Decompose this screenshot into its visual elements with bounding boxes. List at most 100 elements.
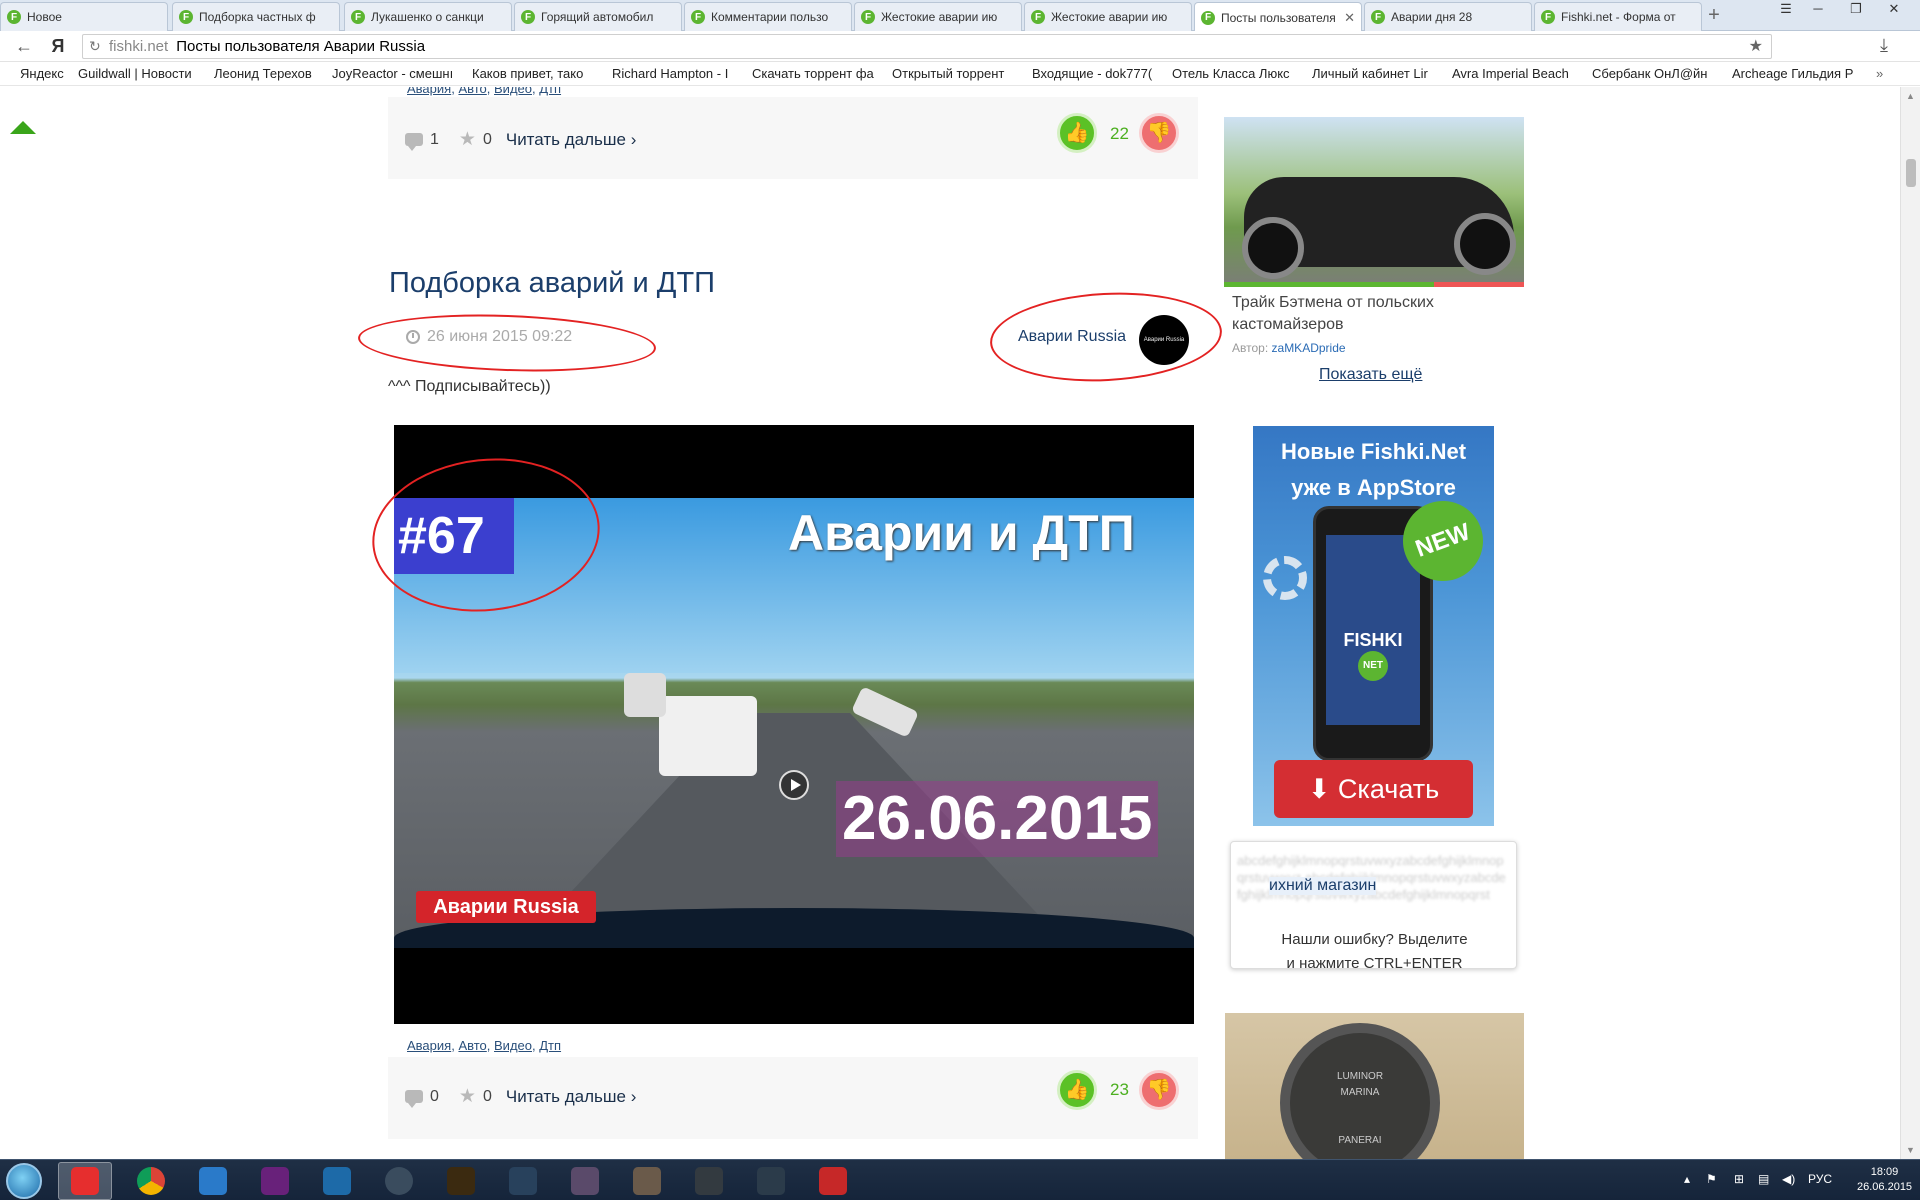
network-icon[interactable]: ▤ — [1758, 1172, 1769, 1186]
diablo-icon[interactable] — [434, 1162, 488, 1200]
tag-link[interactable]: Дтп — [539, 87, 561, 96]
bookmark-item[interactable]: Avra Imperial Beach — [1452, 66, 1580, 81]
scroll-thumb[interactable] — [1906, 159, 1916, 187]
bookmark-item[interactable]: Скачать торрент фа — [752, 66, 880, 81]
bookmark-item[interactable]: Яндекс — [20, 66, 66, 81]
read-more-link[interactable]: Читать дальше › — [506, 1087, 637, 1107]
show-more-link[interactable]: Показать ещё — [1319, 366, 1422, 384]
browser-tab[interactable]: F Fishki.net - Форма от — [1534, 2, 1702, 31]
browser-tab[interactable]: F Новое — [0, 2, 168, 31]
volume-icon[interactable]: ◀) — [1782, 1172, 1795, 1186]
visual-studio-icon[interactable] — [248, 1162, 302, 1200]
star-icon[interactable]: ★ — [459, 1085, 476, 1108]
tag-link[interactable]: Дтп — [539, 1038, 561, 1053]
fishki-favicon-icon: F — [861, 10, 875, 24]
favorite-count: 0 — [482, 130, 492, 148]
bookmark-item[interactable]: Guildwall | Новости — [78, 66, 202, 81]
bookmark-item[interactable]: Сбербанк ОнЛ@йн — [1592, 66, 1720, 81]
star-icon[interactable]: ★ — [459, 128, 476, 151]
browser-tab-active[interactable]: F Посты пользователя ✕ — [1194, 2, 1362, 32]
tag-link[interactable]: Видео — [494, 1038, 532, 1053]
scrollbar[interactable]: ▲ ▼ — [1900, 87, 1920, 1159]
browser-tab[interactable]: F Лукашенко о санкци — [344, 2, 512, 31]
restore-icon[interactable]: ❐ — [1840, 0, 1872, 20]
back-arrow-icon[interactable]: ← — [12, 35, 36, 59]
bookmark-item[interactable]: Отель Класса Люкс — [1172, 66, 1300, 81]
scroll-up-icon[interactable]: ▲ — [1906, 91, 1915, 101]
start-button[interactable] — [6, 1163, 42, 1199]
game-icon[interactable] — [806, 1162, 860, 1200]
language-indicator[interactable]: РУС — [1808, 1172, 1832, 1186]
scroll-down-icon[interactable]: ▼ — [1906, 1145, 1915, 1155]
game-icon[interactable] — [620, 1162, 674, 1200]
yandex-logo-icon[interactable]: Я — [46, 35, 70, 59]
thumbs-down-icon[interactable]: 👎 — [1139, 113, 1179, 153]
scroll-to-top-icon[interactable] — [10, 121, 36, 134]
bookmark-item[interactable]: Леонид Терехов — [214, 66, 322, 81]
tag-link[interactable]: Авария — [407, 1038, 451, 1053]
comment-count[interactable]: 0 — [430, 1088, 439, 1106]
chrome-icon[interactable] — [124, 1162, 178, 1200]
browser-tab[interactable]: F Аварии дня 28 — [1364, 2, 1532, 31]
download-button[interactable]: ⬇ Скачать — [1274, 760, 1473, 818]
post-title[interactable]: Подборка аварий и ДТП — [389, 267, 715, 300]
world-of-tanks-icon[interactable] — [682, 1162, 736, 1200]
address-bar[interactable]: ↻ fishki.net Посты пользователя Аварии Ru… — [82, 34, 1772, 59]
app-icon[interactable] — [372, 1162, 426, 1200]
appstore-banner[interactable]: Новые Fishki.Net уже в AppStore FISHKI NE… — [1253, 426, 1494, 826]
app-icon[interactable] — [310, 1162, 364, 1200]
bookmark-item[interactable]: Личный кабинет Lir — [1312, 66, 1440, 81]
bookmark-item[interactable]: Richard Hampton - I — [612, 66, 740, 81]
tag-link[interactable]: Видео — [494, 87, 532, 96]
bookmark-item[interactable]: Входящие - dok777( — [1032, 66, 1160, 81]
starcraft-icon[interactable] — [496, 1162, 550, 1200]
thumbs-down-icon[interactable]: 👎 — [1139, 1070, 1179, 1110]
bookmark-star-icon[interactable]: ★ — [1749, 35, 1763, 58]
read-more-link[interactable]: Читать дальше › — [506, 130, 637, 150]
system-clock[interactable]: 18:09 26.06.2015 — [1857, 1165, 1912, 1195]
bookmark-item[interactable]: Открытый торрент — [892, 66, 1016, 81]
minimize-icon[interactable]: ─ — [1802, 0, 1834, 20]
close-window-icon[interactable]: ✕ — [1878, 0, 1910, 20]
browser-tab[interactable]: F Подборка частных ф — [172, 2, 340, 31]
browser-tab[interactable]: F Жестокие аварии ию — [1024, 2, 1192, 31]
reload-icon[interactable]: ↻ — [89, 35, 101, 58]
page-content: Авария, Авто, Видео, Дтп 1 ★ 0 Читать дал… — [0, 87, 1900, 1159]
game-icon[interactable] — [558, 1162, 612, 1200]
comment-count[interactable]: 1 — [430, 131, 439, 149]
world-of-warships-icon[interactable] — [744, 1162, 798, 1200]
video-date-label: 26.06.2015 — [836, 781, 1159, 857]
play-icon[interactable] — [779, 770, 809, 800]
watch-ad[interactable]: LUMINOR MARINA PANERAI — [1225, 1013, 1524, 1159]
bookmark-item[interactable]: Каков привет, тако — [472, 66, 600, 81]
yandex-browser-icon[interactable] — [58, 1162, 112, 1200]
fishki-favicon-icon: F — [1371, 10, 1385, 24]
feature-image[interactable] — [1224, 117, 1524, 287]
new-tab-button[interactable]: + — [1702, 4, 1726, 28]
thumbs-up-icon[interactable]: 👍 — [1057, 1070, 1097, 1110]
tag-link[interactable]: Авто — [458, 87, 486, 96]
feature-caption[interactable]: Трайк Бэтмена от польских кастомайзеров — [1232, 292, 1492, 336]
close-tab-icon[interactable]: ✕ — [1344, 10, 1355, 26]
browser-tab[interactable]: F Горящий автомобил — [514, 2, 682, 31]
flag-icon[interactable]: ⚑ — [1706, 1172, 1717, 1186]
video-brand-label: Аварии Russia — [416, 891, 596, 923]
annotation-ellipse — [357, 309, 657, 377]
bookmark-item[interactable]: JoyReactor - смешнı — [332, 66, 460, 81]
windows-icon[interactable]: ⊞ — [1734, 1172, 1744, 1186]
thumbs-up-icon[interactable]: 👍 — [1057, 113, 1097, 153]
tag-link[interactable]: Авто — [458, 1038, 486, 1053]
download-icon[interactable]: ⤓ — [1880, 35, 1888, 56]
author-link[interactable]: zaMKADpride — [1272, 341, 1346, 355]
bookmark-item[interactable]: Archeage Гильдия Р — [1732, 66, 1860, 81]
app-icon[interactable] — [186, 1162, 240, 1200]
more-bookmarks-icon[interactable]: » — [1876, 66, 1892, 81]
annotation-ellipse — [987, 286, 1225, 388]
menu-icon[interactable]: ☰ — [1770, 0, 1802, 20]
browser-tab[interactable]: F Жестокие аварии ию — [854, 2, 1022, 31]
truck-shape — [624, 673, 666, 717]
tag-link[interactable]: Авария — [407, 87, 451, 96]
tray-arrow-icon[interactable]: ▴ — [1684, 1172, 1690, 1186]
browser-tab[interactable]: F Комментарии пользо — [684, 2, 852, 31]
tab-bar: F Новое F Подборка частных ф F Лукашенко о … — [0, 0, 1920, 32]
